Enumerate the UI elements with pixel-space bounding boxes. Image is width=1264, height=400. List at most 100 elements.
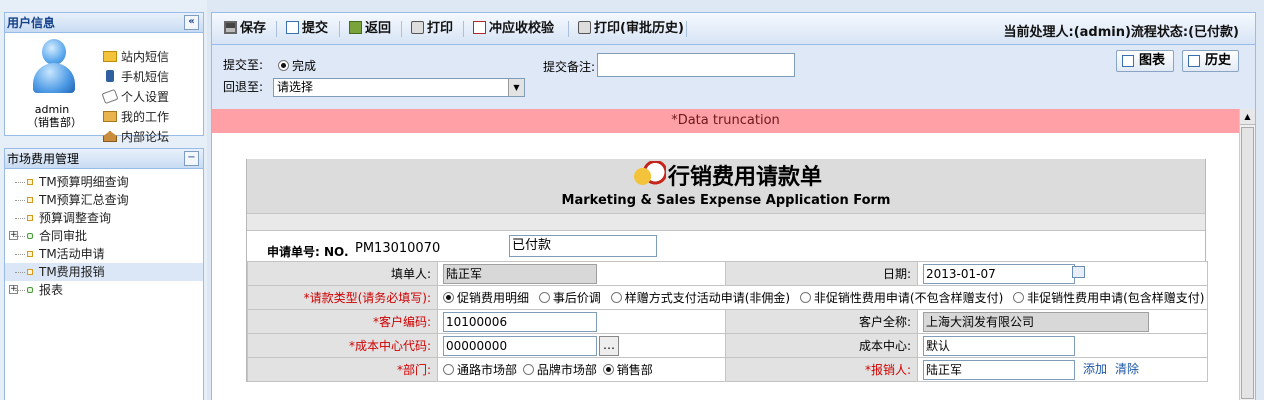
scroll-up-icon[interactable]: ▲ bbox=[1240, 109, 1255, 125]
radio-icon[interactable] bbox=[799, 292, 811, 303]
radio-icon[interactable] bbox=[538, 292, 550, 303]
form-row-filler: 填单人: 陆正军 日期: 2013-01-07 bbox=[247, 261, 1208, 286]
department-options: 通路市场部 品牌市场部 销售部 bbox=[437, 357, 726, 382]
nav-item-contract-approval[interactable]: + 合同审批 bbox=[5, 227, 203, 245]
return-arrow-icon bbox=[349, 21, 362, 34]
user-panel-title: 用户信息 bbox=[7, 16, 56, 30]
mobile-phone-icon bbox=[106, 70, 114, 82]
radio-checked-icon[interactable] bbox=[443, 292, 454, 303]
save-button[interactable]: 保存 bbox=[224, 20, 266, 38]
calendar-icon[interactable] bbox=[1072, 266, 1085, 278]
expense-form: 行销费用请款单 Marketing & Sales Expense Applic… bbox=[246, 159, 1208, 382]
cost-center-code-input[interactable]: 00000000 bbox=[443, 335, 597, 356]
offset-check-button[interactable]: 冲应收校验 bbox=[473, 20, 554, 38]
claim-type-promo-detail[interactable]: 促销费用明细 bbox=[443, 291, 529, 305]
flow-status-field[interactable]: 已付款 bbox=[509, 235, 657, 257]
nav-item-tm-budget-detail[interactable]: TM预算明细查询 bbox=[5, 173, 203, 191]
return-to-label: 回退至: bbox=[223, 80, 264, 94]
chart-button[interactable]: 图表 bbox=[1116, 50, 1174, 72]
user-info-panel: 用户信息 « admin（销售部） 站内短信 手机短信 个人设置 我的工作 内部… bbox=[4, 12, 204, 144]
link-personal-settings[interactable]: 个人设置 bbox=[101, 87, 169, 107]
nav-item-budget-adjust[interactable]: 预算调整查询 bbox=[5, 209, 203, 227]
claim-type-non-promo-incl[interactable]: 非促销性费用申请(包含样赠支付) bbox=[1013, 291, 1204, 305]
submit-to-label: 提交至: bbox=[223, 58, 264, 72]
print-history-button[interactable]: 打印(审批历史) bbox=[578, 20, 684, 38]
handler-status: 当前处理人:(admin)流程状态:(已付款) bbox=[1003, 25, 1240, 40]
radio-icon[interactable] bbox=[443, 364, 454, 375]
history-button[interactable]: 历史 bbox=[1182, 50, 1239, 72]
scroll-thumb[interactable] bbox=[1241, 127, 1254, 399]
form-sheet: 行销费用请款单 Marketing & Sales Expense Applic… bbox=[212, 133, 1239, 400]
nav-item-tm-budget-summary[interactable]: TM预算汇总查询 bbox=[5, 191, 203, 209]
error-alert: *Data truncation bbox=[212, 109, 1239, 133]
nav-item-reports[interactable]: + 报表 bbox=[5, 281, 203, 299]
link-my-work[interactable]: 我的工作 bbox=[103, 107, 169, 127]
page-icon bbox=[27, 269, 33, 275]
check-icon bbox=[473, 21, 486, 34]
cost-center-code-label: *成本中心代码: bbox=[247, 333, 438, 358]
return-to-select[interactable]: 请选择 ▼ bbox=[273, 78, 525, 97]
claim-type-options: 促销费用明细 事后价调 样赠方式支付活动申请(非佣金) 非促销性费用申请(不包含… bbox=[437, 285, 1208, 310]
note-label: 提交备注: bbox=[543, 60, 596, 74]
date-field[interactable]: 2013-01-07 bbox=[923, 263, 1075, 284]
dropdown-arrow-icon[interactable]: ▼ bbox=[508, 79, 524, 96]
link-internal-forum[interactable]: 内部论坛 bbox=[103, 127, 169, 147]
save-disk-icon bbox=[224, 21, 237, 34]
toolbar: 保存 提交 返回 打印 冲应收校验 打印(审批历史) 当前处理人:(admin)… bbox=[212, 13, 1255, 45]
add-claimant-link[interactable]: 添加 bbox=[1083, 362, 1107, 376]
chart-doc-icon bbox=[1122, 55, 1134, 67]
dept-channel-marketing[interactable]: 通路市场部 bbox=[443, 363, 517, 377]
radio-icon[interactable] bbox=[610, 292, 622, 303]
link-inbox-messages[interactable]: 站内短信 bbox=[103, 47, 169, 67]
nav-panel: 市场费用管理 − TM预算明细查询 TM预算汇总查询 预算调整查询 + 合同审批 … bbox=[4, 148, 204, 400]
filler-label: 填单人: bbox=[247, 261, 438, 286]
form-row-type: *请款类型(请务必填写): 促销费用明细 事后价调 样赠方式支付活动申请(非佣金… bbox=[247, 285, 1208, 310]
cost-center-input[interactable]: 默认 bbox=[923, 335, 1075, 356]
clear-claimant-link[interactable]: 清除 bbox=[1115, 362, 1139, 376]
application-number-row: 申请单号: NO. PM13010070 已付款 bbox=[247, 231, 1205, 261]
customer-code-input[interactable]: 10100006 bbox=[443, 311, 597, 332]
radio-checked-icon[interactable] bbox=[278, 60, 289, 71]
back-button[interactable]: 返回 bbox=[349, 20, 391, 38]
radio-checked-icon[interactable] bbox=[602, 364, 614, 375]
customer-name-field: 上海大润发有限公司 bbox=[923, 311, 1149, 332]
print-button[interactable]: 打印 bbox=[411, 20, 453, 38]
user-avatar-icon bbox=[31, 39, 77, 101]
printer-icon bbox=[578, 21, 591, 34]
vertical-scrollbar[interactable]: ▲ bbox=[1239, 109, 1255, 400]
page-icon bbox=[27, 251, 33, 257]
link-sms[interactable]: 手机短信 bbox=[103, 67, 169, 87]
page-icon bbox=[27, 179, 33, 185]
lookup-ellipsis-button[interactable]: … bbox=[599, 335, 619, 356]
radio-icon[interactable] bbox=[522, 364, 534, 375]
claim-type-label: *请款类型(请务必填写): bbox=[247, 285, 438, 310]
claim-type-post-price-adjust[interactable]: 事后价调 bbox=[538, 291, 601, 305]
collapse-sidebar-button[interactable]: « bbox=[184, 15, 199, 30]
customer-name-label: 客户全称: bbox=[725, 309, 918, 334]
nav-item-tm-expense-claim[interactable]: TM费用报销 bbox=[5, 263, 203, 281]
nav-item-tm-activity-request[interactable]: TM活动申请 bbox=[5, 245, 203, 263]
claim-type-sample-gift[interactable]: 样赠方式支付活动申请(非佣金) bbox=[610, 291, 790, 305]
page-icon bbox=[27, 197, 33, 203]
date-label: 日期: bbox=[725, 261, 918, 286]
nav-panel-title: 市场费用管理 bbox=[7, 152, 80, 166]
form-title-cn: 行销费用请款单 bbox=[667, 165, 822, 190]
claimant-input[interactable]: 陆正军 bbox=[923, 359, 1075, 380]
submit-to-radio[interactable]: 完成 bbox=[278, 58, 316, 74]
note-input[interactable] bbox=[597, 53, 795, 77]
form-header: 行销费用请款单 Marketing & Sales Expense Applic… bbox=[247, 159, 1205, 213]
dept-brand-marketing[interactable]: 品牌市场部 bbox=[522, 363, 597, 377]
submit-button[interactable]: 提交 bbox=[286, 20, 328, 38]
printer-icon bbox=[411, 21, 424, 34]
radio-icon[interactable] bbox=[1013, 292, 1025, 303]
dept-sales[interactable]: 销售部 bbox=[602, 363, 653, 377]
submit-doc-icon bbox=[286, 21, 299, 34]
settings-icon bbox=[101, 88, 119, 105]
user-panel-header: 用户信息 « bbox=[5, 13, 203, 33]
user-name: admin（销售部） bbox=[27, 103, 82, 129]
cost-center-label: 成本中心: bbox=[725, 333, 918, 358]
application-number-value: PM13010070 bbox=[355, 241, 441, 256]
collapse-nav-button[interactable]: − bbox=[184, 151, 199, 166]
claim-type-non-promo-excl[interactable]: 非促销性费用申请(不包含样赠支付) bbox=[799, 291, 1003, 305]
folder-icon bbox=[27, 287, 33, 293]
